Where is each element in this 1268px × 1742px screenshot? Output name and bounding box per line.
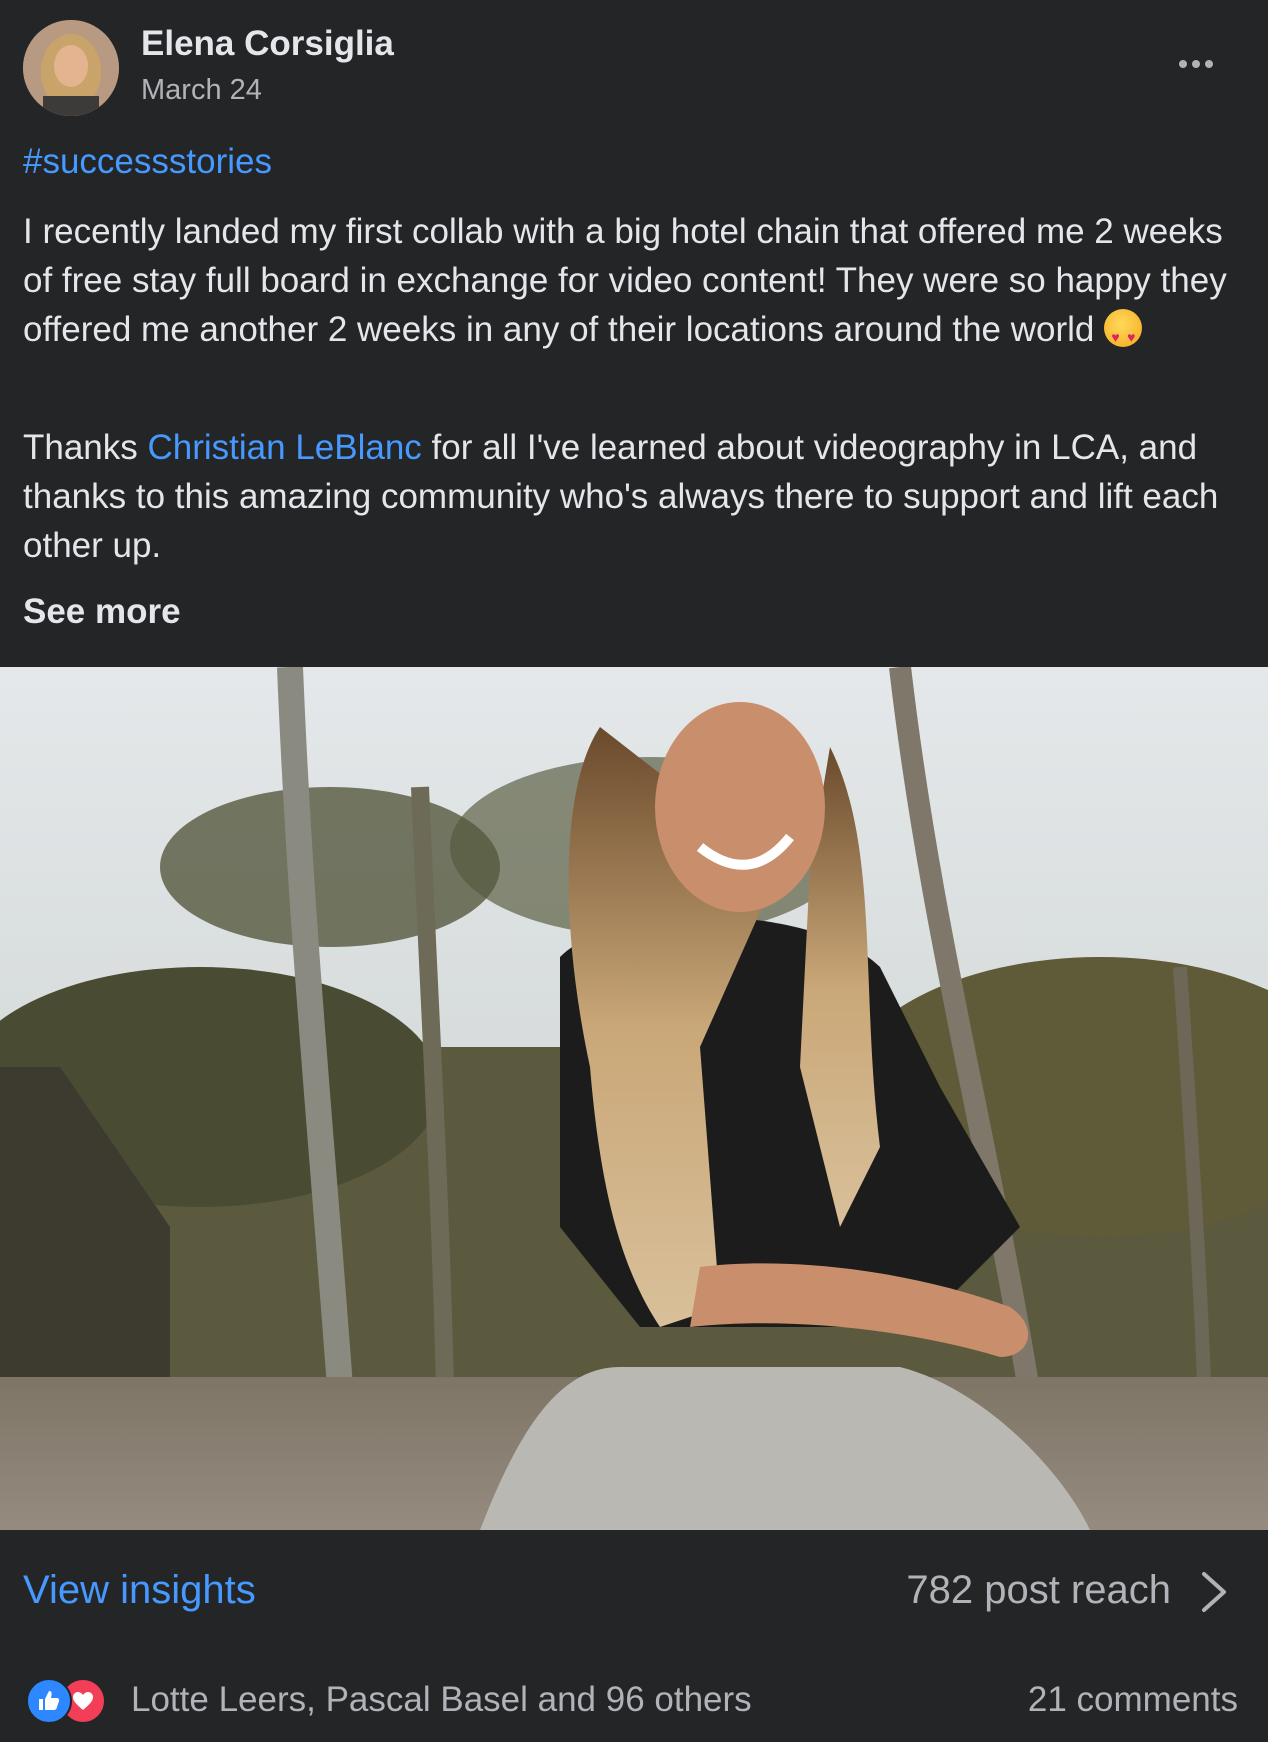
star-struck-emoji-icon [1104, 309, 1143, 362]
see-more-button[interactable]: See more [23, 592, 181, 632]
author-avatar[interactable] [23, 20, 119, 116]
post-card: Elena Corsiglia March 24 #successstories… [0, 0, 1268, 1742]
like-icon [26, 1678, 72, 1724]
comments-count[interactable]: 21 comments [1028, 1680, 1238, 1720]
chevron-right-icon[interactable] [1196, 1570, 1232, 1614]
reaction-icons[interactable] [26, 1678, 118, 1724]
paragraph-2-prefix: Thanks [23, 428, 148, 467]
liked-by-summary[interactable]: Lotte Leers, Pascal Basel and 96 others [131, 1680, 752, 1720]
post-paragraph-2: Thanks Christian LeBlanc for all I've le… [23, 423, 1243, 570]
author-name[interactable]: Elena Corsiglia [141, 24, 394, 64]
post-date[interactable]: March 24 [141, 74, 262, 107]
post-photo[interactable] [0, 667, 1268, 1530]
post-reach: 782 post reach [906, 1568, 1171, 1612]
hashtag-link[interactable]: #successstories [23, 142, 272, 182]
more-options-icon[interactable] [1168, 46, 1224, 82]
post-paragraph-1: I recently landed my first collab with a… [23, 207, 1243, 362]
view-insights-link[interactable]: View insights [23, 1568, 256, 1613]
post-paragraph-1-text: I recently landed my first collab with a… [23, 212, 1227, 349]
mention-link[interactable]: Christian LeBlanc [148, 428, 422, 467]
